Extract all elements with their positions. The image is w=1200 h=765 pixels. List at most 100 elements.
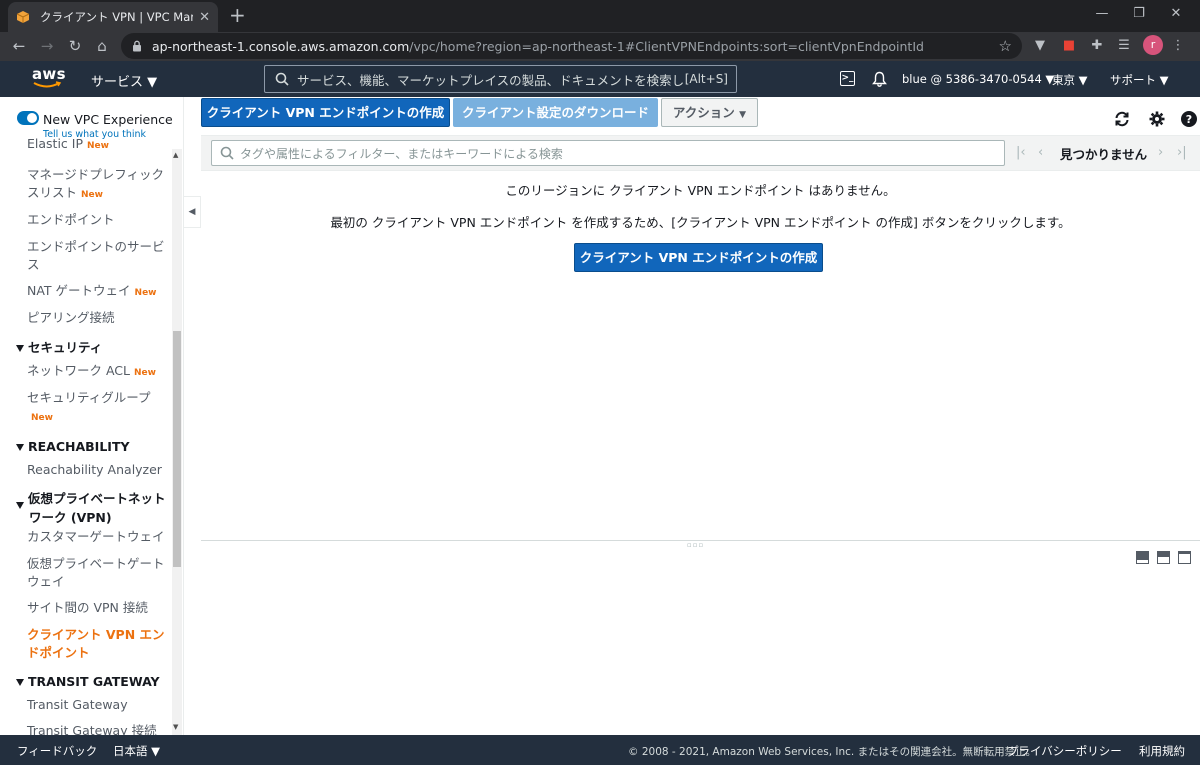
empty-state-message: このリージョンに クライアント VPN エンドポイント はありません。: [505, 183, 896, 198]
scroll-up-icon[interactable]: ▲: [173, 151, 178, 159]
filter-bar: タグや属性によるフィルター、またはキーワードによる検索 |‹ ‹ 見つかりません…: [201, 135, 1200, 171]
close-tab-icon[interactable]: ✕: [199, 10, 210, 25]
sidebar-item-nat-gateways[interactable]: NAT ゲートウェイ New: [27, 282, 167, 302]
terms-link[interactable]: 利用規約: [1139, 743, 1185, 759]
search-icon: [275, 72, 289, 86]
main-content: クライアント VPN エンドポイントの作成 クライアント設定のダウンロード アク…: [201, 97, 1200, 735]
aws-logo-text: aws: [32, 65, 66, 83]
create-endpoint-button-secondary[interactable]: クライアント VPN エンドポイントの作成: [574, 243, 823, 272]
sidebar: New VPC Experience Tell us what you thin…: [0, 97, 184, 735]
download-config-button[interactable]: クライアント設定のダウンロード: [453, 98, 658, 127]
sidebar-item-site-to-site-vpn[interactable]: サイト間の VPN 接続: [27, 599, 167, 617]
expand-triangle-icon: [16, 502, 24, 509]
extension-red-icon[interactable]: ■: [1061, 38, 1077, 54]
close-window-icon[interactable]: ✕: [1166, 6, 1186, 21]
chevron-down-icon: ▼: [739, 110, 747, 120]
sidebar-item-customer-gateways[interactable]: カスタマーゲートウェイ: [27, 528, 167, 546]
search-placeholder: サービス、機能、マーケットプレイスの製品、ドキュメントを検索し: [297, 72, 685, 88]
support-menu[interactable]: サポート ▼: [1110, 72, 1169, 88]
first-page-icon[interactable]: |‹: [1016, 145, 1026, 160]
collapse-sidebar-icon[interactable]: ◀: [184, 196, 201, 228]
cloudshell-icon[interactable]: >_: [840, 71, 855, 86]
sidebar-item-elastic-ip[interactable]: Elastic IP New: [27, 137, 167, 152]
empty-state-hint: 最初の クライアント VPN エンドポイント を作成するため、[クライアント V…: [330, 215, 1071, 230]
sidebar-item-virtual-private-gateways[interactable]: 仮想プライベートゲートウェイ: [27, 555, 167, 591]
pane-bottom-icon[interactable]: [1136, 551, 1149, 564]
browser-toolbar: ← → ↻ ⌂ ap-northeast-1.console.aws.amazo…: [0, 32, 1200, 61]
feedback-link[interactable]: フィードバック: [17, 743, 97, 759]
pane-split-icon[interactable]: [1157, 551, 1170, 564]
browser-tab-strip: クライアント VPN | VPC Manageme ✕ + — ❐ ✕: [0, 0, 1200, 32]
sidebar-item-reachability-analyzer[interactable]: Reachability Analyzer: [27, 461, 167, 479]
footer: フィードバック 日本語 ▼ © 2008 - 2021, Amazon Web …: [0, 735, 1200, 765]
sidebar-section-reachability[interactable]: REACHABILITY: [16, 438, 172, 455]
new-experience-toggle[interactable]: [17, 111, 39, 125]
new-tab-icon[interactable]: +: [229, 5, 246, 25]
search-shortcut: [Alt+S]: [684, 72, 728, 86]
sidebar-scrollbar-thumb[interactable]: [173, 331, 181, 567]
pagination-status: 見つかりません: [1060, 147, 1148, 162]
notifications-bell-icon[interactable]: [872, 71, 887, 87]
actions-button[interactable]: アクション ▼: [661, 98, 758, 127]
pane-full-icon[interactable]: [1178, 551, 1191, 564]
filter-input[interactable]: タグや属性によるフィルター、またはキーワードによる検索: [211, 140, 1005, 166]
sidebar-item-client-vpn-endpoints[interactable]: クライアント VPN エンドポイント: [27, 626, 167, 662]
forward-icon[interactable]: →: [37, 36, 57, 56]
sidebar-section-vpn[interactable]: 仮想プライベートネットワーク (VPN): [16, 490, 172, 526]
sidebar-item-managed-prefix-lists[interactable]: マネージドプレフィックスリスト New: [27, 166, 167, 204]
last-page-icon[interactable]: ›|: [1177, 145, 1187, 160]
settings-gear-icon[interactable]: [1148, 110, 1166, 128]
tab-title: クライアント VPN | VPC Manageme: [40, 10, 193, 24]
sidebar-item-endpoints[interactable]: エンドポイント: [27, 211, 167, 229]
scroll-down-icon[interactable]: ▼: [173, 723, 178, 731]
next-page-icon[interactable]: ›: [1158, 145, 1163, 160]
extensions-puzzle-icon[interactable]: ✚: [1089, 38, 1105, 54]
lock-icon: [133, 40, 141, 52]
address-bar[interactable]: ap-northeast-1.console.aws.amazon.com/vp…: [121, 33, 1022, 59]
extension-v-icon[interactable]: ▼: [1032, 38, 1048, 54]
aws-logo[interactable]: aws: [32, 65, 66, 91]
create-endpoint-button[interactable]: クライアント VPN エンドポイントの作成: [201, 98, 450, 127]
sidebar-item-security-groups[interactable]: セキュリティグループ New: [27, 389, 167, 427]
profile-avatar[interactable]: r: [1143, 35, 1163, 55]
minimize-icon[interactable]: —: [1092, 6, 1112, 21]
sidebar-item-endpoint-services[interactable]: エンドポイントのサービス: [27, 238, 167, 274]
expand-triangle-icon: [16, 345, 24, 352]
sidebar-item-peering[interactable]: ピアリング接続: [27, 309, 167, 327]
bookmark-star-icon[interactable]: ☆: [999, 37, 1012, 55]
sidebar-section-transit-gateway[interactable]: TRANSIT GATEWAY: [16, 673, 172, 690]
expand-triangle-icon: [16, 444, 24, 451]
reading-list-icon[interactable]: ☰: [1116, 38, 1132, 54]
aws-console-nav: aws サービス ▼ サービス、機能、マーケットプレイスの製品、ドキュメントを検…: [0, 61, 1200, 97]
sidebar-section-security[interactable]: セキュリティ: [16, 339, 172, 356]
services-menu[interactable]: サービス ▼: [91, 71, 157, 90]
sidebar-nav: Elastic IP New マネージドプレフィックスリスト New エンドポイント…: [0, 137, 172, 735]
home-icon[interactable]: ⌂: [92, 36, 112, 56]
back-icon[interactable]: ←: [9, 36, 29, 56]
new-experience-label: New VPC Experience: [43, 112, 173, 127]
sidebar-scrollbar[interactable]: ▲ ▼: [172, 149, 182, 735]
previous-page-icon[interactable]: ‹: [1038, 145, 1043, 160]
copyright-text: © 2008 - 2021, Amazon Web Services, Inc.…: [628, 746, 1037, 758]
region-menu[interactable]: 東京 ▼: [1052, 72, 1088, 88]
sidebar-item-network-acl[interactable]: ネットワーク ACL New: [27, 362, 167, 382]
help-icon[interactable]: ?: [1180, 110, 1198, 128]
chrome-menu-icon[interactable]: ⋮: [1170, 38, 1186, 54]
refresh-icon[interactable]: [1113, 110, 1131, 128]
sidebar-item-transit-gateways[interactable]: Transit Gateway: [27, 696, 167, 714]
expand-triangle-icon: [16, 679, 24, 686]
privacy-policy-link[interactable]: プライバシーポリシー: [1007, 743, 1122, 759]
url-host: ap-northeast-1.console.aws.amazon.com: [152, 38, 410, 54]
browser-tab[interactable]: クライアント VPN | VPC Manageme ✕: [8, 2, 218, 32]
language-selector[interactable]: 日本語 ▼: [113, 743, 160, 759]
account-menu[interactable]: blue @ 5386-3470-0544 ▼: [902, 72, 1054, 86]
drag-handle-icon[interactable]: ▫▫▫: [687, 541, 704, 549]
restore-icon[interactable]: ❐: [1129, 6, 1149, 21]
sidebar-item-transit-gateway-attachments[interactable]: Transit Gateway 接続: [27, 722, 167, 735]
reload-icon[interactable]: ↻: [65, 36, 85, 56]
svg-text:?: ?: [1186, 113, 1192, 126]
url-path: /vpc/home?region=ap-northeast-1#ClientVP…: [409, 38, 924, 54]
actions-label: アクション: [672, 105, 735, 120]
search-icon: [220, 146, 234, 160]
console-search[interactable]: サービス、機能、マーケットプレイスの製品、ドキュメントを検索し [Alt+S]: [264, 65, 737, 93]
